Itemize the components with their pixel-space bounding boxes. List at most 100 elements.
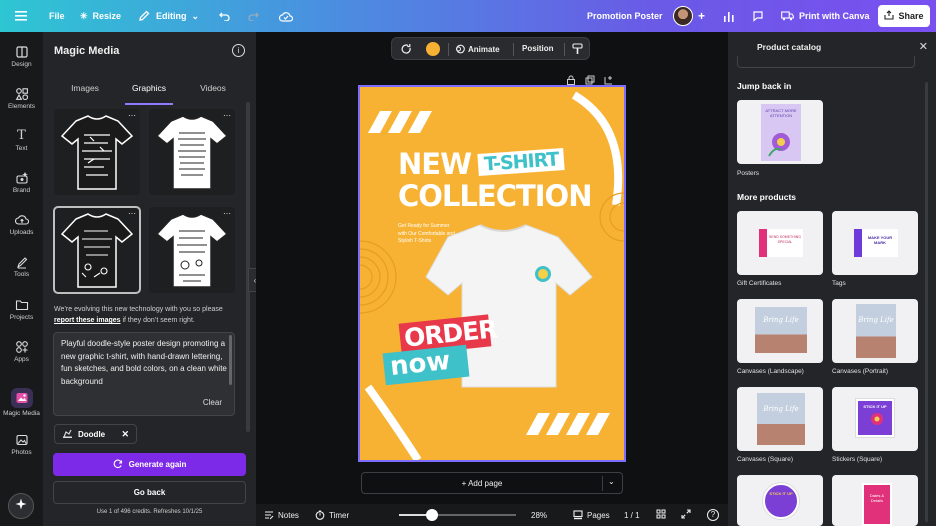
divider xyxy=(602,476,603,491)
poster-thumbnail: ATTRACT MORE ATTENTION xyxy=(761,104,801,161)
more-options-icon[interactable]: ··· xyxy=(128,111,136,120)
go-back-button[interactable]: Go back xyxy=(53,481,246,504)
comments-button[interactable] xyxy=(751,0,765,32)
generate-again-button[interactable]: Generate again xyxy=(53,453,246,476)
rotate-button[interactable] xyxy=(400,43,412,57)
rail-elements[interactable]: Elements xyxy=(0,87,43,110)
poster-card[interactable]: ATTRACT MORE ATTENTION xyxy=(737,100,823,164)
tab-graphics[interactable]: Graphics xyxy=(117,82,181,105)
generated-graphic-2[interactable]: ··· xyxy=(149,109,235,195)
undo-icon xyxy=(218,9,232,23)
copy-style-button[interactable] xyxy=(572,43,583,57)
magic-assistant-button[interactable] xyxy=(8,493,34,519)
rail-design[interactable]: Design xyxy=(0,45,43,68)
now-text[interactable]: now xyxy=(389,346,452,382)
report-images-link[interactable]: report these images xyxy=(54,317,121,324)
rail-tools[interactable]: Tools xyxy=(0,255,43,278)
file-label: File xyxy=(49,11,65,21)
tab-videos[interactable]: Videos xyxy=(181,82,245,102)
tshirt-doodle-image xyxy=(155,213,229,288)
prompt-scrollbar[interactable] xyxy=(229,335,232,385)
resize-button[interactable]: ✳ Resize xyxy=(80,0,121,32)
cloud-save-button[interactable] xyxy=(279,0,293,32)
panel-scrollbar[interactable] xyxy=(246,102,250,432)
refresh-icon xyxy=(113,459,123,471)
help-button[interactable]: ? xyxy=(707,509,719,521)
generated-graphic-1[interactable]: ··· xyxy=(54,109,140,195)
poster-subtitle[interactable]: Get Ready for Summer with Our Comfortabl… xyxy=(398,223,458,246)
poster-title-collection[interactable]: COLLECTION xyxy=(398,179,592,213)
poster-decorations xyxy=(360,91,624,460)
document-title-text: Promotion Poster xyxy=(587,11,663,21)
color-swatch[interactable] xyxy=(426,42,440,56)
print-with-canva-button[interactable]: Print with Canva xyxy=(780,0,870,32)
product-card-canvas-square[interactable]: Bring Life xyxy=(737,387,823,451)
poster-page[interactable]: NEW T-SHIRT COLLECTION Get Ready for Sum… xyxy=(358,85,626,462)
zoom-level[interactable]: 28% xyxy=(531,511,547,520)
add-page-button[interactable]: + Add page xyxy=(362,479,602,488)
chevron-down-icon: ⌄ xyxy=(191,10,200,21)
menu-button[interactable] xyxy=(14,0,28,32)
insights-button[interactable] xyxy=(722,0,736,32)
prompt-textarea[interactable]: Playful doodle-style poster design promo… xyxy=(53,332,235,416)
share-button[interactable]: Share xyxy=(878,5,930,27)
cloud-check-icon xyxy=(279,9,293,23)
more-options-icon[interactable]: ··· xyxy=(223,209,231,218)
rail-apps[interactable]: Apps xyxy=(0,340,43,363)
notes-button[interactable]: Notes xyxy=(264,510,299,520)
rail-label: Uploads xyxy=(9,229,34,236)
product-card-cards[interactable]: Dates & Details xyxy=(832,475,918,526)
tshirt-doodle-image xyxy=(155,115,229,190)
editing-mode-dropdown[interactable]: Editing ⌄ xyxy=(137,0,199,32)
product-label: Canvases (Square) xyxy=(737,456,793,463)
catalog-title: Product catalog xyxy=(757,42,822,52)
close-panel-button[interactable]: ✕ xyxy=(919,40,928,53)
product-card-gift-certificates[interactable]: SEND SOMETHING SPECIAL xyxy=(737,211,823,275)
position-button[interactable]: Position xyxy=(522,44,554,53)
rail-projects[interactable]: Projects xyxy=(0,298,43,321)
document-title[interactable]: Promotion Poster xyxy=(587,0,663,32)
rail-photos[interactable]: Photos xyxy=(0,433,43,456)
uploads-icon xyxy=(14,213,29,227)
generated-graphic-4[interactable]: ··· xyxy=(149,207,235,293)
rail-magic-media[interactable]: Magic Media xyxy=(0,388,43,417)
product-card-canvas-landscape[interactable]: Bring Life xyxy=(737,299,823,363)
animate-button[interactable]: Animate xyxy=(455,44,500,54)
rail-brand[interactable]: Brand xyxy=(0,171,43,194)
elements-icon xyxy=(15,87,29,101)
add-page-dropdown[interactable]: ⌄ xyxy=(608,477,615,486)
zoom-slider-thumb[interactable] xyxy=(425,509,438,521)
fullscreen-button[interactable] xyxy=(681,509,691,521)
redo-icon xyxy=(246,9,260,23)
clear-button[interactable]: Clear xyxy=(200,396,224,409)
rail-uploads[interactable]: Uploads xyxy=(0,213,43,236)
product-card-tags[interactable]: MAKE YOUR MARK xyxy=(832,211,918,275)
undo-button[interactable] xyxy=(218,0,232,32)
redo-button[interactable] xyxy=(246,0,260,32)
collaborator-group[interactable]: + xyxy=(673,0,705,32)
more-options-icon[interactable]: ··· xyxy=(128,209,136,218)
zoom-slider[interactable] xyxy=(399,509,516,521)
product-card-stickers-square[interactable]: STICK IT UP xyxy=(832,387,918,451)
canvas-square-thumbnail: Bring Life xyxy=(757,393,805,445)
brand-icon xyxy=(15,171,29,185)
close-icon[interactable]: ✕ xyxy=(121,429,129,440)
panel-scrollbar[interactable] xyxy=(925,82,928,522)
product-card-round-stickers[interactable]: STICK IT UP xyxy=(737,475,823,526)
more-options-icon[interactable]: ··· xyxy=(223,111,231,120)
style-chip-doodle[interactable]: Doodle ✕ xyxy=(54,424,137,444)
canvas-thumbnail-text: Bring Life xyxy=(858,316,894,324)
file-menu[interactable]: File xyxy=(49,0,65,32)
info-button[interactable]: i xyxy=(232,44,245,57)
text-icon: T xyxy=(17,128,26,143)
doodle-style-icon xyxy=(62,428,73,441)
product-card-canvas-portrait[interactable]: Bring Life xyxy=(832,299,918,363)
timer-button[interactable]: Timer xyxy=(315,510,349,520)
rail-text[interactable]: T Text xyxy=(0,128,43,153)
catalog-search-partial[interactable] xyxy=(737,56,915,68)
pages-button[interactable]: Pages xyxy=(573,510,610,520)
grid-view-button[interactable] xyxy=(656,509,666,521)
poster-title-new[interactable]: NEW xyxy=(398,147,472,181)
generated-graphic-3[interactable]: ··· xyxy=(53,206,141,294)
tab-images[interactable]: Images xyxy=(53,82,117,102)
